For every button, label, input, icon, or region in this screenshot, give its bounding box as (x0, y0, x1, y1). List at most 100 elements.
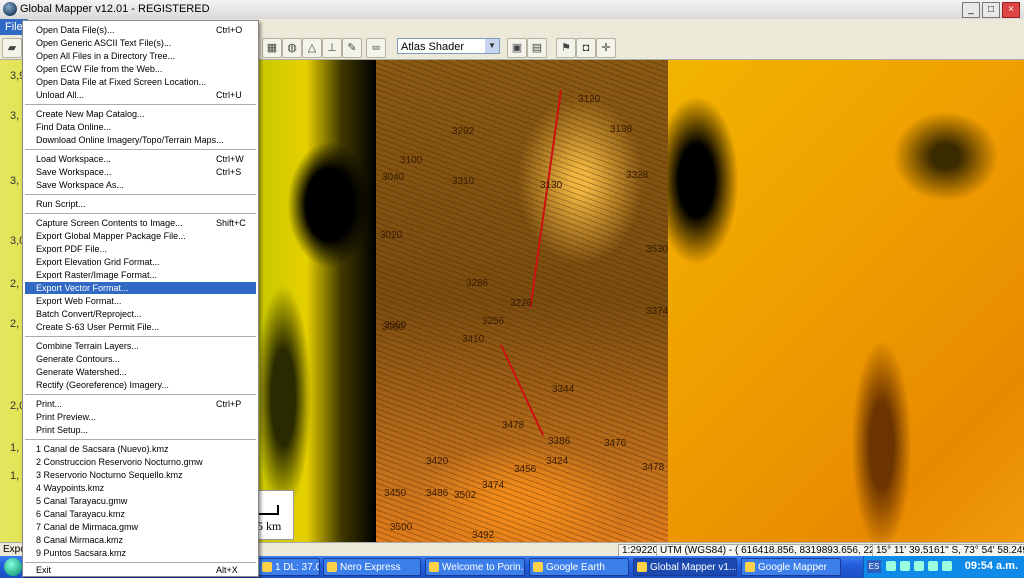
menu-item-s63-permit[interactable]: Create S-63 User Permit File... (25, 321, 256, 333)
contour-label: 3500 (390, 522, 413, 533)
folder-icon (745, 562, 755, 572)
contour-label: 3344 (552, 384, 575, 395)
task-item[interactable]: Welcome to Porin... (425, 558, 525, 576)
minimize-button[interactable]: _ (962, 2, 980, 18)
menu-item-label: 4 Waypoints.kmz (36, 483, 105, 493)
menu-item-export-vector[interactable]: Export Vector Format... (25, 282, 256, 294)
chevron-down-icon[interactable]: ▼ (485, 39, 499, 53)
task-item[interactable]: Google Earth (529, 558, 629, 576)
menu-item-label: Unload All... (36, 90, 85, 100)
menu-item-generate-contours[interactable]: Generate Contours... (25, 353, 256, 365)
menu-item-export-raster[interactable]: Export Raster/Image Format... (25, 269, 256, 281)
crosshair-icon[interactable]: ✛ (596, 38, 616, 58)
globe-icon[interactable]: ◍ (282, 38, 302, 58)
menu-item-label: Exit (36, 565, 52, 575)
menu-item-generate-watershed[interactable]: Generate Watershed... (25, 366, 256, 378)
shader-settings-icon[interactable]: ▣ (507, 38, 527, 58)
task-item[interactable]: Global Mapper v1... (633, 558, 737, 576)
axis-label: 3, (10, 110, 20, 122)
menu-item-load-workspace[interactable]: Load Workspace... Ctrl+W (25, 153, 256, 165)
menu-item-combine-terrain[interactable]: Combine Terrain Layers... (25, 340, 256, 352)
menu-item-label: Capture Screen Contents to Image... (36, 218, 183, 228)
pencil-icon[interactable]: ✎ (342, 38, 362, 58)
camera-icon[interactable]: ◘ (576, 38, 596, 58)
menu-item-recent-5[interactable]: 5 Canal Tarayacu.gmw (25, 495, 256, 507)
contour-label: 3130 (540, 180, 563, 191)
task-item[interactable]: Google Mapper (741, 558, 841, 576)
menu-item-unload-all[interactable]: Unload All... Ctrl+U (25, 89, 256, 101)
tray-icon[interactable] (942, 561, 952, 571)
layer-icon[interactable]: ▤ (527, 38, 547, 58)
menu-item-open-data-files[interactable]: Open Data File(s)... Ctrl+O (25, 24, 256, 36)
tray-icon[interactable] (886, 561, 896, 571)
shader-select[interactable]: Atlas Shader ▼ (397, 38, 500, 54)
tray-icon[interactable] (900, 561, 910, 571)
menu-item-recent-8[interactable]: 8 Canal Mirmaca.kmz (25, 534, 256, 546)
menu-item-batch-convert[interactable]: Batch Convert/Reproject... (25, 308, 256, 320)
menu-item-recent-7[interactable]: 7 Canal de Mirmaca.gmw (25, 521, 256, 533)
menu-item-recent-4[interactable]: 4 Waypoints.kmz (25, 482, 256, 494)
menu-item-recent-3[interactable]: 3 Reservorio Nocturno Sequello.kmz (25, 469, 256, 481)
menu-item-exit[interactable]: Exit Alt+X (25, 564, 256, 576)
menu-item-label: Export Global Mapper Package File... (36, 231, 186, 241)
menu-item-export-package[interactable]: Export Global Mapper Package File... (25, 230, 256, 242)
start-button[interactable] (4, 558, 22, 576)
language-indicator[interactable]: ES (867, 560, 881, 573)
terrain-icon[interactable]: △ (302, 38, 322, 58)
menu-item-label: Generate Watershed... (36, 367, 127, 377)
menu-item-save-workspace-as[interactable]: Save Workspace As... (25, 179, 256, 191)
menu-item-label: Batch Convert/Reproject... (36, 309, 142, 319)
menu-item-export-web[interactable]: Export Web Format... (25, 295, 256, 307)
binoculars-icon[interactable]: ∞ (366, 38, 386, 58)
grid-icon[interactable]: ▦ (262, 38, 282, 58)
task-item[interactable]: 1 DL: 37.0... (258, 558, 320, 576)
contour-label: 3476 (604, 438, 627, 449)
menu-item-export-elevation[interactable]: Export Elevation Grid Format... (25, 256, 256, 268)
contour-label: 3310 (452, 176, 475, 187)
flag-icon[interactable]: ⚑ (556, 38, 576, 58)
task-label: Welcome to Porin... (442, 562, 525, 573)
clock[interactable]: 09:54 a.m. (965, 560, 1018, 572)
menu-item-open-directory[interactable]: Open All Files in a Directory Tree... (25, 50, 256, 62)
menu-item-recent-2[interactable]: 2 Construccion Reservorio Nocturno.gmw (25, 456, 256, 468)
menu-item-new-catalog[interactable]: Create New Map Catalog... (25, 108, 256, 120)
menu-item-save-workspace[interactable]: Save Workspace... Ctrl+S (25, 166, 256, 178)
task-item[interactable]: Nero Express (323, 558, 421, 576)
status-text: Expo (3, 544, 24, 555)
menu-item-recent-9[interactable]: 9 Puntos Sacsara.kmz (25, 547, 256, 559)
menu-item-open-fixed[interactable]: Open Data File at Fixed Screen Location.… (25, 76, 256, 88)
menu-item-rectify[interactable]: Rectify (Georeference) Imagery... (25, 379, 256, 391)
menu-item-print[interactable]: Print... Ctrl+P (25, 398, 256, 410)
menu-item-open-ascii[interactable]: Open Generic ASCII Text File(s)... (25, 37, 256, 49)
maximize-button[interactable]: □ (982, 2, 1000, 18)
tray-icon[interactable] (914, 561, 924, 571)
menu-separator (25, 213, 256, 214)
menu-item-print-preview[interactable]: Print Preview... (25, 411, 256, 423)
menu-item-print-setup[interactable]: Print Setup... (25, 424, 256, 436)
menu-item-shortcut: Ctrl+P (216, 399, 242, 409)
menu-separator (25, 439, 256, 440)
menu-item-run-script[interactable]: Run Script... (25, 198, 256, 210)
contour-label: 3328 (626, 170, 649, 181)
menu-item-download-online[interactable]: Download Online Imagery/Topo/Terrain Map… (25, 134, 256, 146)
menu-item-recent-1[interactable]: 1 Canal de Sacsara (Nuevo).kmz (25, 443, 256, 455)
tower-icon[interactable]: ⊥ (322, 38, 342, 58)
menu-item-shortcut: Shift+C (216, 218, 246, 228)
menu-item-find-data[interactable]: Find Data Online... (25, 121, 256, 133)
task-label: Google Mapper (758, 562, 827, 573)
open-folder-icon[interactable]: ▰ (2, 38, 22, 58)
close-button[interactable]: × (1002, 2, 1020, 18)
menu-item-open-ecw[interactable]: Open ECW File from the Web... (25, 63, 256, 75)
menu-item-recent-6[interactable]: 6 Canal Tarayacu.kmz (25, 508, 256, 520)
tray-icon[interactable] (928, 561, 938, 571)
menu-item-capture-screen[interactable]: Capture Screen Contents to Image... Shift… (25, 217, 256, 229)
contour-label: 3410 (462, 334, 485, 345)
menu-item-export-pdf[interactable]: Export PDF File... (25, 243, 256, 255)
app-icon (3, 2, 17, 16)
map-tile-dark (260, 60, 376, 542)
menu-item-label: Save Workspace... (36, 167, 112, 177)
menu-item-label: Export Raster/Image Format... (36, 270, 158, 280)
menu-item-label: Export Vector Format... (36, 283, 129, 293)
menu-item-label: Open Generic ASCII Text File(s)... (36, 38, 172, 48)
contour-label: 3456 (514, 464, 537, 475)
